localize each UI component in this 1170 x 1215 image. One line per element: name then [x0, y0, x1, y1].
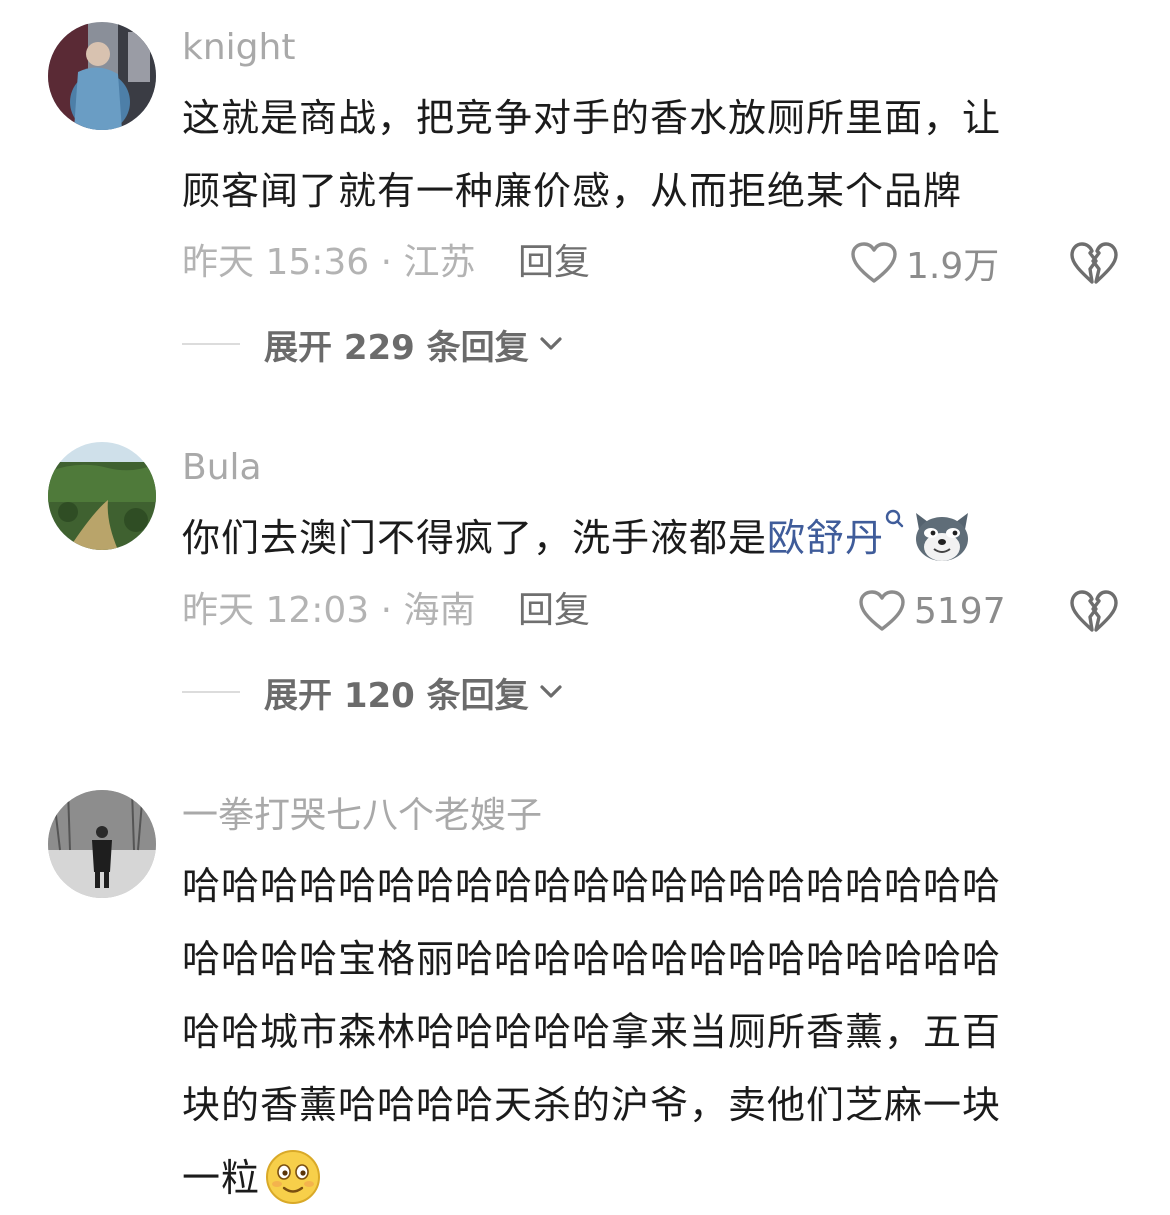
comment-text-line: 这就是商战，把竞争对手的香水放厕所里面，让	[182, 96, 1002, 140]
comment-meta: 昨天 15:36 · 江苏	[182, 242, 476, 283]
avatar[interactable]	[48, 442, 156, 550]
reply-button[interactable]: 回复	[518, 241, 590, 285]
expand-replies-label: 展开 120 条回复	[264, 675, 529, 716]
expand-replies-button[interactable]: 展开 120 条回复	[182, 670, 563, 716]
dislike-button[interactable]	[1070, 239, 1118, 287]
avatar[interactable]	[48, 790, 156, 898]
comment-text-prefix: 你们去澳门不得疯了，洗手液都是	[182, 516, 768, 560]
comment-text: 哈哈哈哈哈哈哈哈哈哈哈哈哈哈哈哈哈哈哈哈哈 哈哈哈哈宝格丽哈哈哈哈哈哈哈哈哈哈哈…	[182, 850, 1112, 1215]
smiling-face-emoji	[266, 1149, 321, 1204]
comment-text-line: 哈哈城市森林哈哈哈哈哈拿来当厕所香薰，五百	[182, 1010, 1002, 1054]
divider-dash	[182, 343, 240, 345]
comment-text-line: 块的香薰哈哈哈哈天杀的沪爷，卖他们芝麻一块	[182, 1083, 1002, 1127]
like-button[interactable]: 5197	[858, 589, 1006, 633]
expand-replies-label: 展开 229 条回复	[264, 327, 529, 368]
reply-button[interactable]: 回复	[518, 589, 590, 633]
doge-emoji	[916, 512, 969, 561]
username[interactable]: knight	[182, 26, 295, 70]
like-count: 1.9万	[906, 246, 1000, 287]
avatar[interactable]	[48, 22, 156, 130]
comment-text-line: 哈哈哈哈宝格丽哈哈哈哈哈哈哈哈哈哈哈哈哈哈	[182, 937, 1002, 981]
expand-replies-button[interactable]: 展开 229 条回复	[182, 322, 563, 368]
search-icon[interactable]	[884, 508, 906, 538]
heart-outline-icon	[859, 590, 905, 631]
comment-text-line: 一粒	[182, 1142, 1112, 1215]
chevron-down-icon	[540, 685, 562, 698]
comment-meta: 昨天 12:03 · 海南	[182, 590, 476, 631]
username[interactable]: Bula	[182, 446, 262, 490]
comment-text-line: 你们去澳门不得疯了，洗手液都是欧舒丹	[182, 502, 1112, 575]
comment-text-line: 顾客闻了就有一种廉价感，从而拒绝某个品牌	[182, 169, 963, 213]
heart-outline-icon	[851, 242, 897, 283]
like-button[interactable]: 1.9万	[850, 241, 999, 287]
comment-text: 这就是商战，把竞争对手的香水放厕所里面，让 顾客闻了就有一种廉价感，从而拒绝某个…	[182, 82, 1112, 228]
comment-text: 你们去澳门不得疯了，洗手液都是欧舒丹	[182, 502, 1112, 575]
comment-text-line: 哈哈哈哈哈哈哈哈哈哈哈哈哈哈哈哈哈哈哈哈哈	[182, 864, 1002, 908]
search-link[interactable]: 欧舒丹	[767, 516, 884, 560]
divider-dash	[182, 691, 240, 693]
comment-text-tail: 一粒	[182, 1156, 261, 1200]
username[interactable]: 一拳打哭七八个老嫂子	[182, 794, 542, 838]
chevron-down-icon	[540, 337, 562, 350]
like-count: 5197	[914, 590, 1006, 632]
broken-heart-icon	[1070, 590, 1118, 632]
broken-heart-icon	[1070, 242, 1118, 284]
dislike-button[interactable]	[1070, 587, 1118, 635]
